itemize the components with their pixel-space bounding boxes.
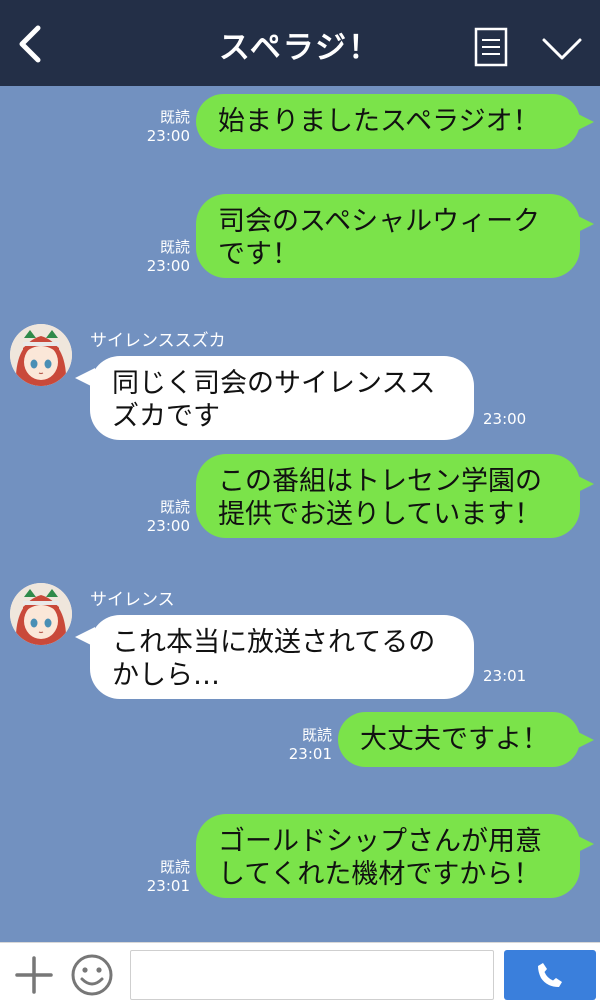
emoji-button[interactable] (70, 953, 114, 997)
menu-list-icon (474, 27, 508, 67)
plus-icon (15, 956, 53, 994)
chat-area[interactable]: 既読 23:00 始まりましたスペラジオ！ 既読 23:00 司会のスペシャルウ… (0, 86, 600, 942)
message-time: 23:01 (483, 667, 527, 685)
menu-button[interactable] (473, 27, 509, 67)
message-input[interactable] (130, 950, 494, 1000)
read-receipt: 既読 (301, 726, 332, 744)
avatar[interactable] (10, 324, 72, 386)
sender-name: サイレンス (90, 590, 175, 610)
message-bubble[interactable]: 始まりましたスペラジオ！ (196, 94, 580, 149)
smiley-icon (71, 954, 113, 996)
chat-header: スペラジ！ (0, 0, 600, 86)
bubble-tail (75, 627, 95, 647)
call-button[interactable] (504, 950, 596, 1000)
message-bubble[interactable]: この番組はトレセン学園の 提供でお送りしています！ (196, 454, 580, 538)
sender-name: サイレンススズカ (90, 331, 226, 351)
message-time: 23:01 (288, 745, 332, 763)
message-bubble[interactable]: 大丈夫ですよ！ (338, 712, 580, 767)
avatar-image (10, 583, 72, 645)
collapse-button[interactable] (540, 34, 584, 64)
avatar-image (10, 324, 72, 386)
bubble-tail (574, 112, 594, 132)
bubble-tail (75, 368, 95, 388)
message-time: 23:00 (146, 517, 190, 535)
message-bubble[interactable]: 司会のスペシャルウィーク です！ (196, 194, 580, 278)
bubble-tail (574, 214, 594, 234)
chat-title: スペラジ！ (218, 30, 382, 66)
read-receipt: 既読 (159, 858, 190, 876)
message-time: 23:00 (146, 257, 190, 275)
message-bubble[interactable]: これ本当に放送されてるの かしら… (90, 615, 474, 699)
bubble-tail (574, 474, 594, 494)
read-receipt: 既読 (159, 108, 190, 126)
add-attachment-button[interactable] (14, 955, 54, 995)
message-bubble[interactable]: ゴールドシップさんが用意 してくれた機材ですから！ (196, 814, 580, 898)
message-time: 23:00 (146, 127, 190, 145)
bubble-tail (574, 730, 594, 750)
read-receipt: 既読 (159, 498, 190, 516)
message-input-bar (0, 942, 600, 1007)
message-time: 23:01 (146, 877, 190, 895)
avatar[interactable] (10, 583, 72, 645)
bubble-tail (574, 834, 594, 854)
phone-icon (538, 963, 562, 987)
read-receipt: 既読 (159, 238, 190, 256)
chevron-down-icon (542, 38, 582, 60)
message-time: 23:00 (483, 410, 527, 428)
message-bubble[interactable]: 同じく司会のサイレンスス ズカです (90, 356, 474, 440)
